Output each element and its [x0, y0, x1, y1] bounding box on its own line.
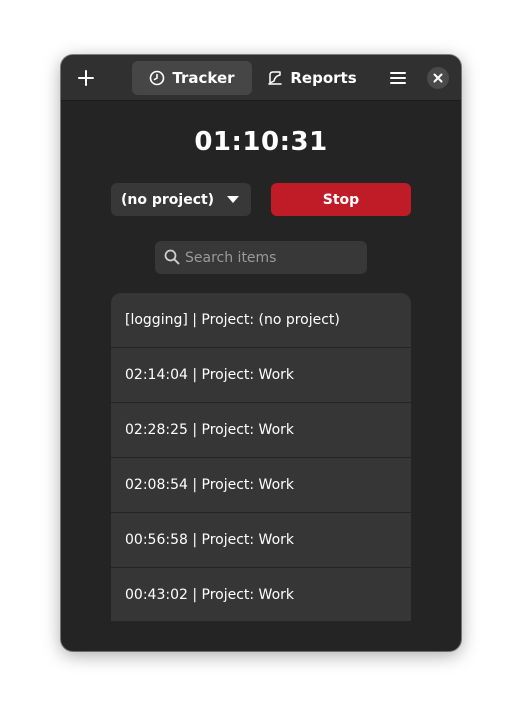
dropdown-arrow-icon — [227, 196, 239, 203]
elapsed-timer: 01:10:31 — [194, 127, 328, 157]
project-dropdown[interactable]: (no project) — [111, 183, 251, 216]
close-icon — [433, 73, 443, 83]
close-button[interactable] — [427, 67, 449, 89]
list-item[interactable]: 00:56:58 | Project: Work — [111, 513, 411, 568]
list-item[interactable]: 02:08:54 | Project: Work — [111, 458, 411, 513]
view-switcher: Tracker Reports — [132, 61, 372, 95]
stop-button[interactable]: Stop — [271, 183, 411, 216]
search-input[interactable] — [185, 241, 360, 274]
items-list: [logging] | Project: (no project) 02:14:… — [111, 293, 411, 621]
timer-icon — [150, 70, 165, 86]
plus-icon — [78, 70, 94, 86]
tab-reports[interactable]: Reports — [252, 61, 372, 95]
project-dropdown-value: (no project) — [121, 191, 215, 208]
search-field[interactable] — [155, 241, 367, 274]
tab-label: Reports — [290, 69, 357, 87]
search-icon — [164, 249, 180, 265]
tab-tracker[interactable]: Tracker — [132, 61, 252, 95]
list-item[interactable]: 02:14:04 | Project: Work — [111, 348, 411, 403]
hamburger-menu-icon — [390, 72, 406, 84]
list-item[interactable]: [logging] | Project: (no project) — [111, 293, 411, 348]
header-bar: Tracker Reports — [61, 55, 461, 101]
list-item[interactable]: 02:28:25 | Project: Work — [111, 403, 411, 458]
main-menu-button[interactable] — [381, 61, 415, 95]
list-item[interactable]: 00:43:02 | Project: Work — [111, 568, 411, 621]
app-window: Tracker Reports 01:10:31 (no project) St… — [61, 55, 461, 651]
add-button[interactable] — [69, 61, 103, 95]
report-icon — [268, 71, 283, 85]
tab-label: Tracker — [172, 69, 235, 87]
